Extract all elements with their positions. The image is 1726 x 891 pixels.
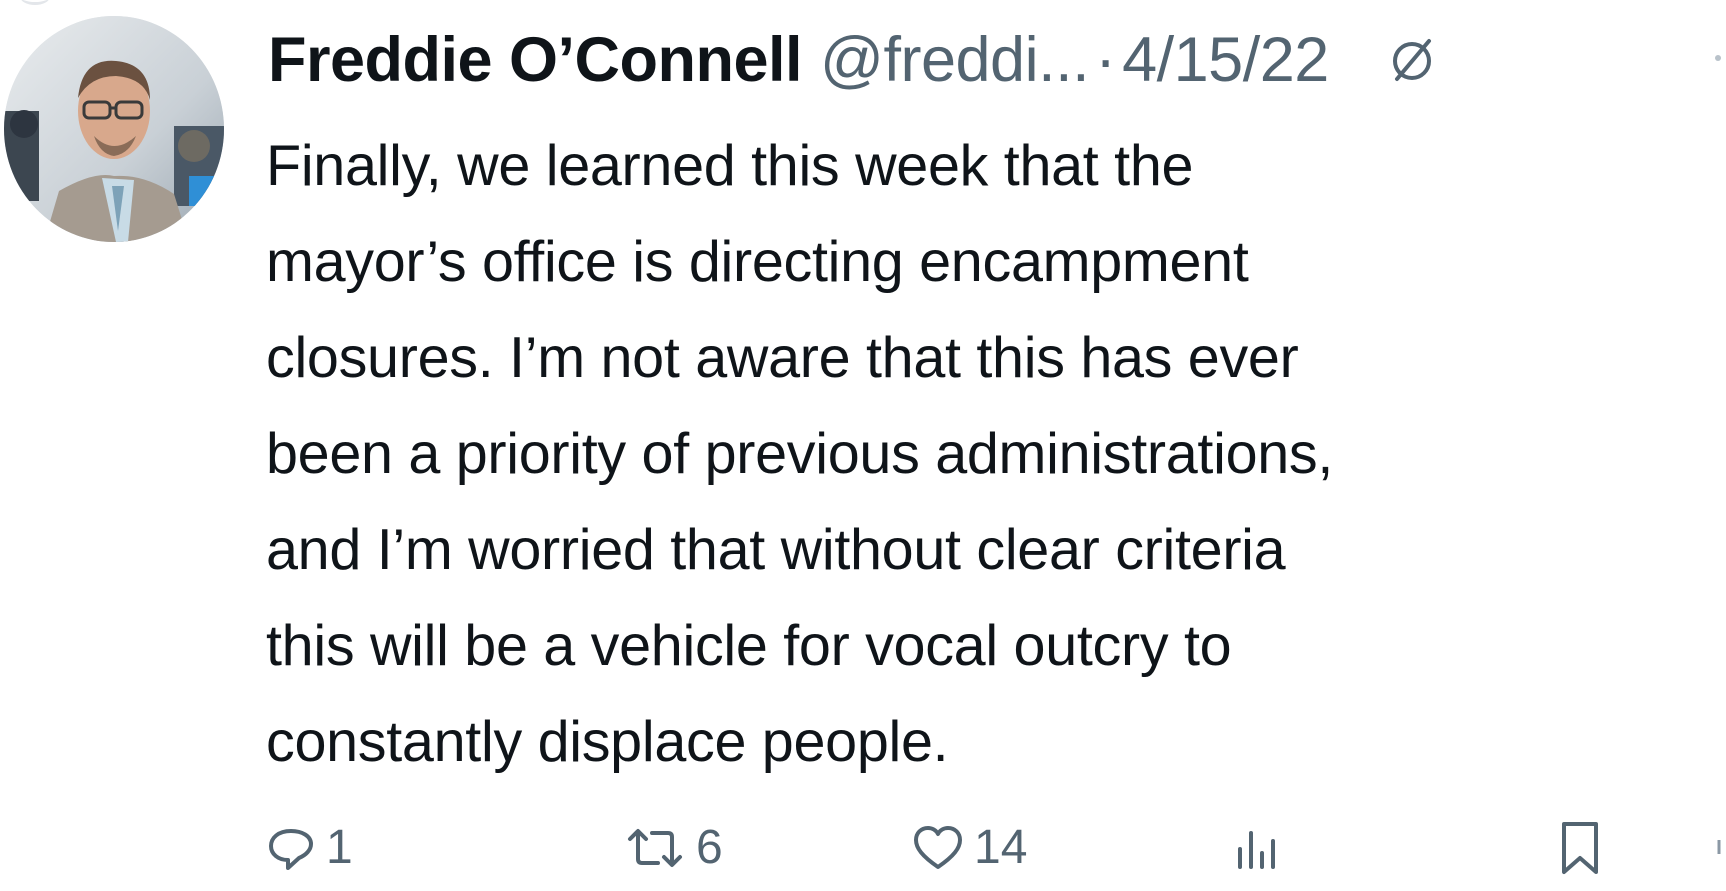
- header-separator: ·: [1095, 24, 1117, 95]
- bookmark-button[interactable]: [1558, 808, 1602, 888]
- tweet-actions: 1 6 14: [0, 808, 1726, 888]
- tweet-date[interactable]: 4/15/22: [1122, 28, 1329, 92]
- retweet-count: 6: [696, 821, 723, 874]
- analytics-icon: [1238, 831, 1275, 869]
- views-button[interactable]: [1234, 808, 1280, 888]
- heart-icon: [914, 826, 962, 869]
- tweet-header: Freddie O’Connell @freddi... · 4/15/22: [268, 10, 1437, 110]
- retweet-icon: [628, 829, 682, 867]
- reply-icon: [269, 829, 313, 870]
- like-count: 14: [974, 821, 1028, 874]
- avatar[interactable]: [4, 16, 224, 242]
- like-button[interactable]: 14: [912, 808, 1027, 888]
- share-icon[interactable]: [1716, 838, 1722, 856]
- author-name[interactable]: Freddie O’Connell: [268, 28, 803, 92]
- tweet-text: Finally, we learned this week that the m…: [266, 134, 1334, 774]
- avatar-photo-icon: [4, 16, 224, 242]
- retweet-button[interactable]: 6: [624, 808, 723, 888]
- author-handle[interactable]: @freddi...: [820, 28, 1090, 92]
- reply-button[interactable]: 1: [266, 808, 353, 888]
- reply-count: 1: [326, 821, 353, 874]
- more-options-icon[interactable]: [1715, 55, 1721, 61]
- bookmark-icon: [1562, 822, 1598, 874]
- previous-tweet-connector: [20, 0, 50, 5]
- edited-icon[interactable]: [1387, 35, 1437, 85]
